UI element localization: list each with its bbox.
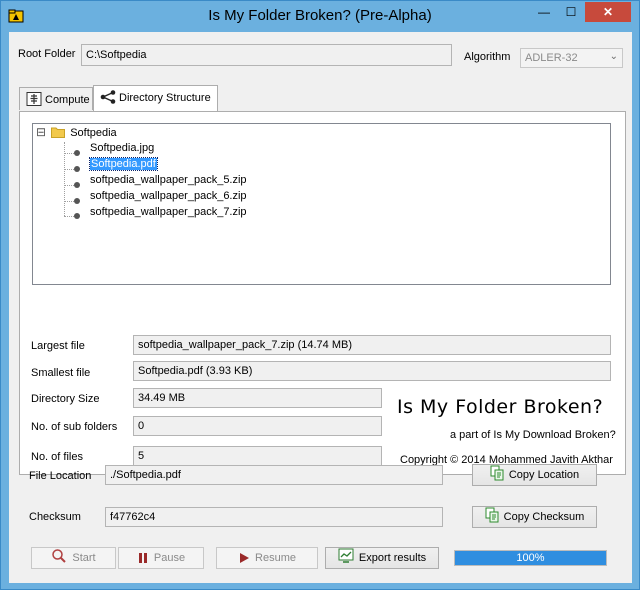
start-button[interactable]: Start: [31, 547, 116, 569]
sub-folders-label: No. of sub folders: [31, 421, 118, 433]
copy-icon: [490, 465, 504, 481]
pause-label: Pause: [153, 552, 186, 564]
tree-item-label: Softpedia.jpg: [90, 142, 155, 154]
app-window: Is My Folder Broken? (Pre-Alpha) — ☐ ✕ R…: [0, 0, 640, 590]
copy-location-button[interactable]: Copy Location: [472, 464, 597, 486]
file-icon: [74, 213, 80, 219]
checksum-label: Checksum: [29, 511, 81, 523]
progress-bar: 100%: [454, 550, 607, 566]
file-icon: [74, 198, 80, 204]
directory-size-label: Directory Size: [31, 393, 100, 405]
start-label: Start: [72, 552, 96, 564]
share-tree-icon: [100, 90, 116, 104]
chevron-down-icon: ⌄: [609, 51, 618, 62]
tab-compute[interactable]: Compute: [19, 87, 93, 110]
tree-item-label: Softpedia.pdf: [89, 157, 158, 171]
tree-root-item[interactable]: ⊟ Softpedia: [36, 125, 117, 139]
title-bar[interactable]: Is My Folder Broken? (Pre-Alpha) — ☐ ✕: [1, 1, 639, 32]
copy-icon: [485, 507, 499, 523]
algorithm-label: Algorithm: [464, 51, 511, 63]
tree-item-wallpaper-pack-6[interactable]: softpedia_wallpaper_pack_6.zip: [90, 190, 247, 202]
resume-button[interactable]: Resume: [216, 547, 318, 569]
tree-root-label: Softpedia: [70, 127, 117, 139]
collapse-icon[interactable]: ⊟: [36, 125, 46, 139]
tab-directory-structure[interactable]: Directory Structure: [93, 85, 218, 111]
directory-tree[interactable]: ⊟ Softpedia Softpedia.jpg Softpedia.pdf …: [32, 123, 611, 285]
tree-item-label: softpedia_wallpaper_pack_6.zip: [90, 190, 247, 202]
tab-directory-structure-label: Directory Structure: [119, 92, 211, 104]
root-folder-label: Root Folder: [18, 48, 76, 60]
export-results-label: Export results: [358, 552, 427, 564]
client-area: Root Folder C:\Softpedia Algorithm ADLER…: [9, 32, 632, 583]
search-start-icon: [52, 549, 67, 563]
folder-icon: [51, 127, 66, 138]
smallest-file-label: Smallest file: [31, 367, 91, 379]
copy-location-label: Copy Location: [508, 469, 580, 481]
tree-item-label: softpedia_wallpaper_pack_7.zip: [90, 206, 247, 218]
algorithm-select[interactable]: ADLER-32 ⌄: [520, 48, 623, 68]
pause-icon: [138, 553, 147, 563]
algorithm-selected-value: ADLER-32: [525, 52, 578, 64]
copy-checksum-label: Copy Checksum: [503, 511, 585, 523]
pause-button[interactable]: Pause: [118, 547, 204, 569]
progress-text: 100%: [516, 552, 545, 564]
tree-item-softpedia-jpg[interactable]: Softpedia.jpg: [90, 142, 154, 154]
chart-export-icon: [338, 548, 354, 563]
file-location-label: File Location: [29, 470, 92, 482]
export-results-button[interactable]: Export results: [325, 547, 439, 569]
files-count-field: 5: [133, 446, 382, 466]
checksum-field[interactable]: f47762c4: [105, 507, 443, 527]
file-location-field[interactable]: ./Softpedia.pdf: [105, 465, 443, 485]
smallest-file-field: Softpedia.pdf (3.93 KB): [133, 361, 611, 381]
file-icon: [74, 166, 80, 172]
directory-structure-panel: ⊟ Softpedia Softpedia.jpg Softpedia.pdf …: [19, 111, 626, 475]
xray-icon: [26, 92, 42, 106]
tree-item-wallpaper-pack-5[interactable]: softpedia_wallpaper_pack_5.zip: [90, 174, 247, 186]
largest-file-label: Largest file: [31, 340, 85, 352]
resume-label: Resume: [255, 552, 296, 564]
files-count-label: No. of files: [31, 451, 83, 463]
tree-item-wallpaper-pack-7[interactable]: softpedia_wallpaper_pack_7.zip: [90, 206, 247, 218]
largest-file-field: softpedia_wallpaper_pack_7.zip (14.74 MB…: [133, 335, 611, 355]
file-icon: [74, 150, 80, 156]
copy-checksum-button[interactable]: Copy Checksum: [472, 506, 597, 528]
root-folder-field[interactable]: C:\Softpedia: [81, 44, 452, 66]
close-button[interactable]: ✕: [585, 2, 631, 22]
tree-item-label: softpedia_wallpaper_pack_5.zip: [90, 174, 247, 186]
brand-subtitle: a part of Is My Download Broken?: [450, 429, 616, 441]
file-icon: [74, 182, 80, 188]
minimize-button[interactable]: —: [531, 2, 557, 22]
tree-item-softpedia-pdf[interactable]: Softpedia.pdf: [89, 157, 158, 171]
play-icon: [240, 553, 250, 563]
brand-title: Is My Folder Broken?: [397, 396, 604, 418]
tab-compute-label: Compute: [45, 94, 90, 106]
sub-folders-field: 0: [133, 416, 382, 436]
maximize-button[interactable]: ☐: [558, 2, 584, 22]
directory-size-field: 34.49 MB: [133, 388, 382, 408]
